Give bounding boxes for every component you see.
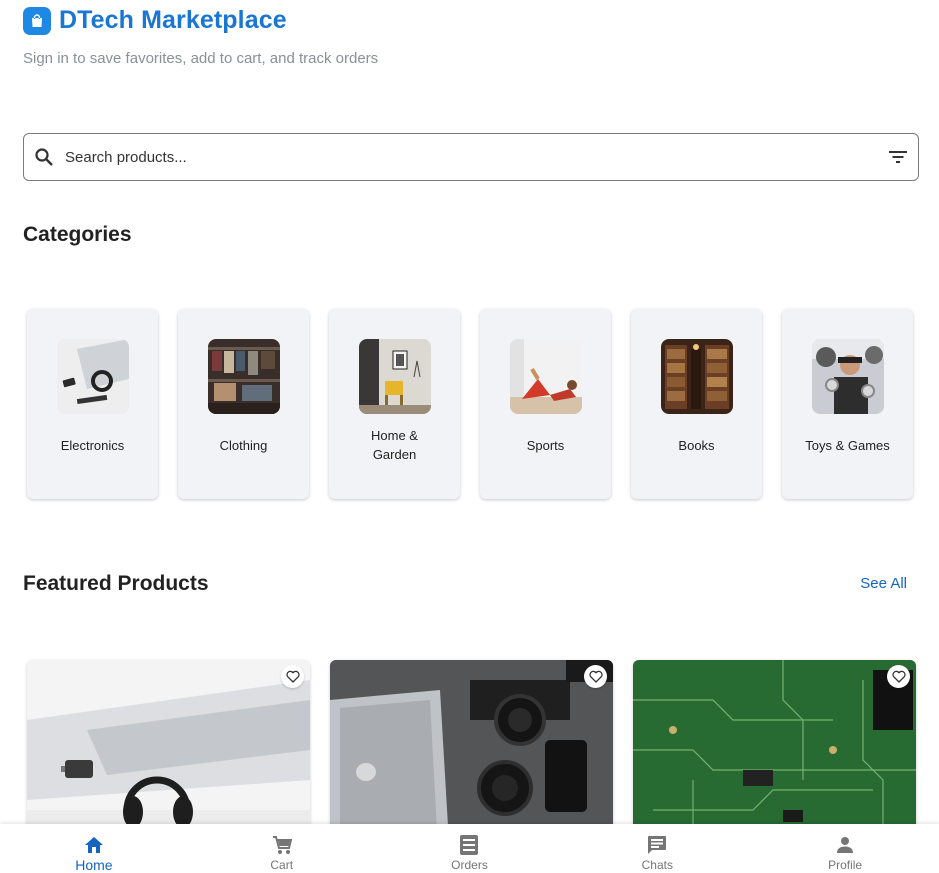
category-label: Clothing xyxy=(219,437,268,453)
nav-profile[interactable]: Profile xyxy=(751,824,939,873)
nav-label: Chats xyxy=(641,858,673,872)
category-label: Toys & Games xyxy=(805,437,890,453)
nav-label: Profile xyxy=(828,858,863,872)
heart-outline-icon[interactable] xyxy=(584,665,607,688)
category-image-electronics xyxy=(56,339,129,414)
app-header: DTech Marketplace xyxy=(23,6,287,35)
search-icon xyxy=(33,146,55,168)
category-image-clothing xyxy=(207,339,280,414)
app-title: DTech Marketplace xyxy=(59,6,287,34)
category-label: Sports xyxy=(526,437,565,453)
search-bar[interactable] xyxy=(23,133,919,181)
nav-orders[interactable]: Orders xyxy=(376,824,564,873)
shopping-bag-icon xyxy=(23,6,51,35)
heart-outline-icon[interactable] xyxy=(281,665,304,688)
category-toys-games[interactable]: Toys & Games xyxy=(782,309,913,499)
nav-cart[interactable]: Cart xyxy=(188,824,376,873)
home-icon xyxy=(83,834,105,855)
brand: DTech Marketplace xyxy=(23,6,287,35)
nav-label: Cart xyxy=(270,858,294,872)
heart-outline-icon[interactable] xyxy=(887,665,910,688)
nav-home[interactable]: Home xyxy=(0,824,188,873)
category-image-sports xyxy=(509,339,582,414)
categories-heading: Categories xyxy=(23,223,132,246)
category-clothing[interactable]: Clothing xyxy=(178,309,309,499)
category-image-toys-games xyxy=(811,339,884,414)
nav-label: Orders xyxy=(451,858,488,872)
category-image-home-garden xyxy=(358,339,431,414)
bottom-navigation: Home Cart Orders Chats Profile xyxy=(0,824,939,873)
category-image-books xyxy=(660,339,733,414)
featured-heading: Featured Products xyxy=(23,572,209,595)
nav-label: Home xyxy=(75,857,113,873)
category-label: Books xyxy=(678,437,715,453)
sign-in-hint: Sign in to save favorites, add to cart, … xyxy=(23,50,379,67)
cart-icon xyxy=(271,834,293,856)
nav-chats[interactable]: Chats xyxy=(563,824,751,873)
category-books[interactable]: Books xyxy=(631,309,762,499)
filter-icon[interactable] xyxy=(887,146,909,168)
chat-icon xyxy=(646,834,668,856)
category-sports[interactable]: Sports xyxy=(480,309,611,499)
category-label: Home & Garden xyxy=(371,428,418,462)
category-home-garden[interactable]: Home & Garden xyxy=(329,309,460,499)
category-electronics[interactable]: Electronics xyxy=(27,309,158,499)
orders-icon xyxy=(458,834,480,856)
category-label: Electronics xyxy=(60,437,125,453)
search-input[interactable] xyxy=(65,148,887,166)
see-all-link[interactable]: See All xyxy=(860,575,907,592)
person-icon xyxy=(834,834,856,856)
category-list: Electronics Clothing Home & Garden Sport… xyxy=(27,309,913,499)
